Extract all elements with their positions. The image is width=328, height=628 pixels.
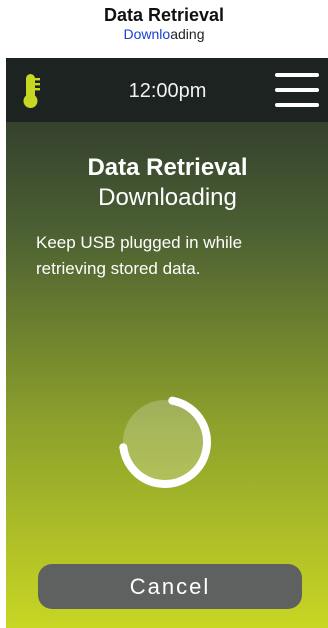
caption-subtitle-rest: ading: [170, 26, 205, 42]
caption-title: Data Retrieval: [103, 5, 225, 25]
caption-subtitle-highlight: Downlo: [123, 26, 171, 42]
loading-spinner-icon: [119, 396, 211, 488]
instruction-message: Keep USB plugged in while retrieving sto…: [36, 233, 243, 278]
hamburger-menu-icon[interactable]: [275, 71, 319, 109]
status-bar: 12:00pm: [6, 58, 328, 122]
caption-subtitle: Downloading: [0, 27, 328, 41]
screen-title: Data Retrieval: [87, 154, 248, 181]
cancel-button[interactable]: Cancel: [38, 564, 302, 609]
screen-subtitle: Downloading: [98, 184, 237, 211]
device-screen: 12:00pm Data Retrieval Downloading Keep …: [6, 58, 328, 628]
screen-caption: Data Retrieval Downloading: [0, 6, 328, 41]
